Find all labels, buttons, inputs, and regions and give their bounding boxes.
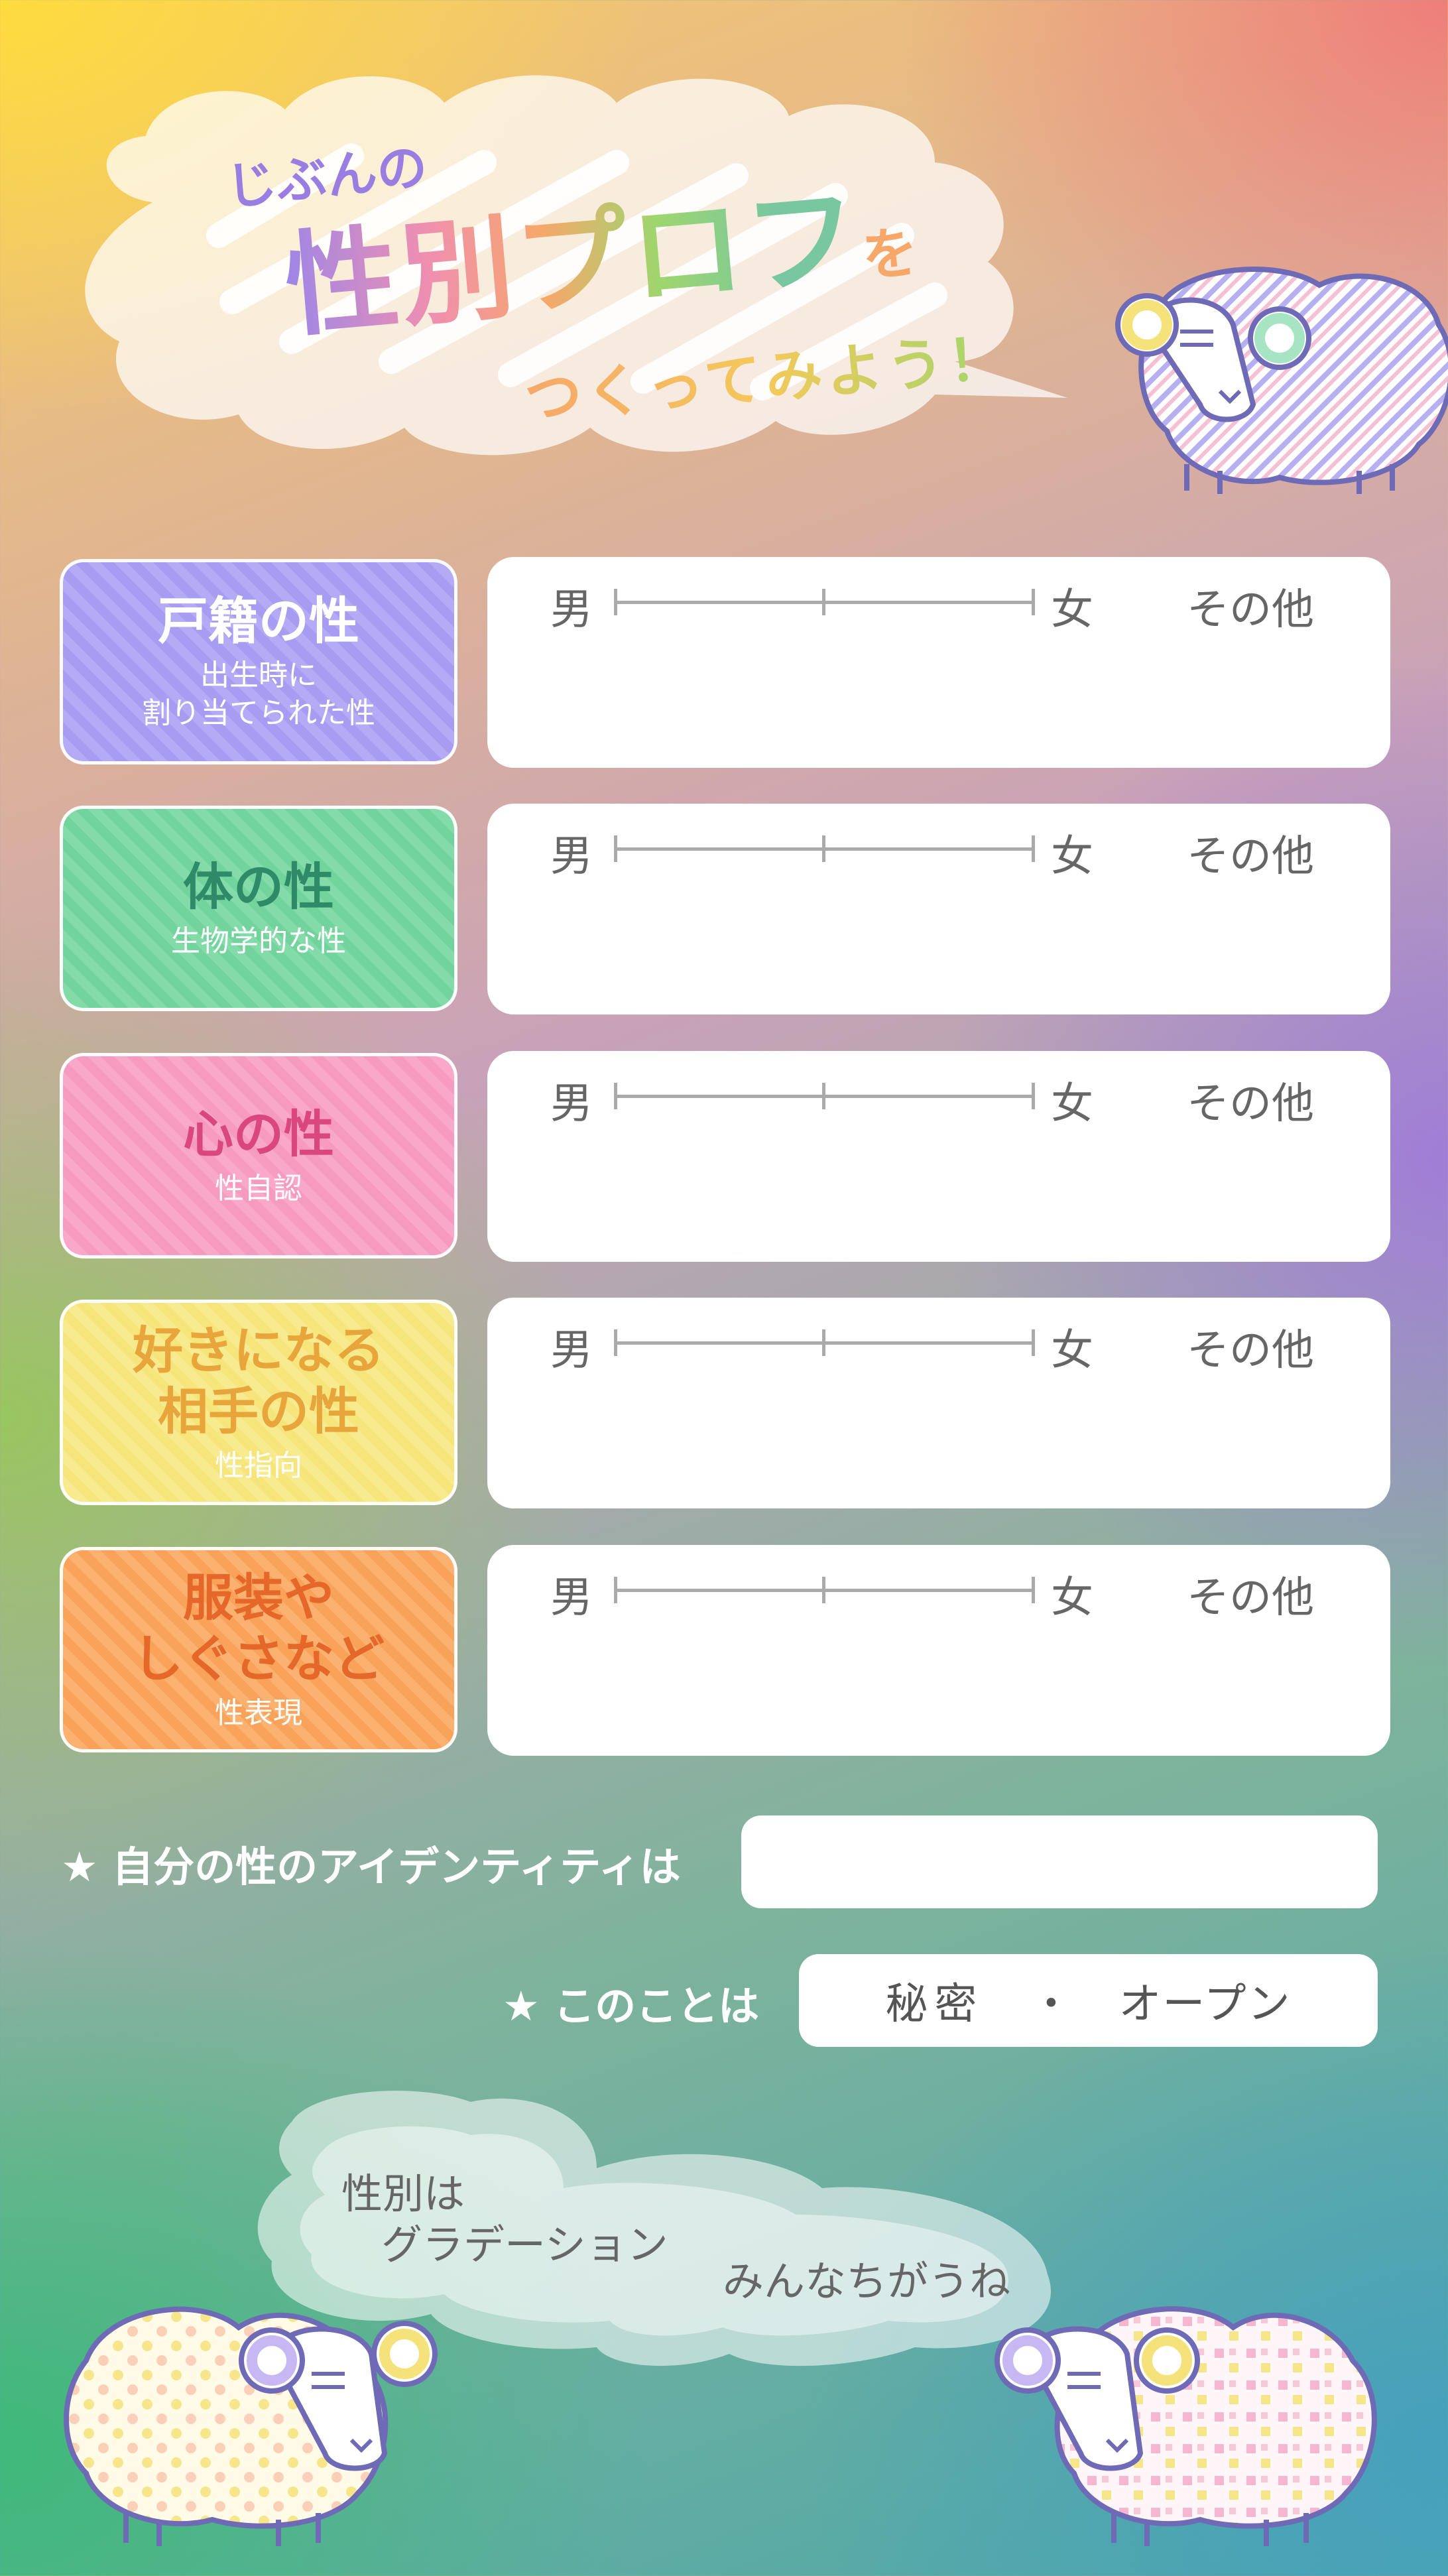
scale-female: 女 bbox=[1051, 832, 1093, 881]
scale-other: その他 bbox=[1187, 832, 1314, 881]
scale-male: 男 bbox=[550, 1326, 593, 1375]
gender-scale[interactable]: 男 女 その他 bbox=[550, 1070, 1346, 1129]
label-title: 好きになる 相手の性 bbox=[133, 1320, 385, 1441]
scale-male: 男 bbox=[550, 585, 593, 635]
scale-tick bbox=[822, 835, 825, 862]
scale-tick bbox=[614, 1577, 617, 1603]
identity-input[interactable] bbox=[741, 1815, 1378, 1908]
scale-tick bbox=[1032, 1577, 1035, 1603]
scale-female: 女 bbox=[1051, 1079, 1093, 1129]
scale-other: その他 bbox=[1187, 1573, 1314, 1623]
label-title: 戸籍の性 bbox=[158, 591, 359, 651]
label-title: 体の性 bbox=[183, 857, 334, 917]
scale-tick bbox=[614, 1083, 617, 1109]
identity-label: ★ 自分の性のアイデンティティは bbox=[61, 1843, 681, 1891]
label-subtitle: 出生時に 割り当てられた性 bbox=[142, 658, 375, 731]
scale-tick bbox=[822, 589, 825, 615]
label-subtitle: 性指向 bbox=[215, 1449, 302, 1483]
disclosure-options[interactable]: 秘密 ・ オープン bbox=[799, 1954, 1378, 2047]
scale-other: その他 bbox=[1187, 585, 1314, 635]
label-koseki: 戸籍の性 出生時に 割り当てられた性 bbox=[60, 559, 457, 765]
answer-box[interactable]: 男 女 その他 bbox=[487, 1051, 1390, 1262]
label-title: 服装や しぐさなど bbox=[133, 1567, 385, 1689]
scale-tick bbox=[1032, 1329, 1035, 1356]
scale-tick bbox=[822, 1577, 825, 1603]
answer-box[interactable]: 男 女 その他 bbox=[487, 1298, 1390, 1508]
label-title: 心の性 bbox=[183, 1105, 334, 1164]
scale-tick bbox=[614, 589, 617, 615]
bubble-line2: グラデーション bbox=[381, 2221, 668, 2269]
title-particle: を bbox=[859, 219, 921, 289]
scale-tick bbox=[1032, 589, 1035, 615]
label-mind: 心の性 性自認 bbox=[60, 1053, 457, 1258]
option-separator: ・ bbox=[1030, 1980, 1073, 2029]
gender-scale[interactable]: 男 女 その他 bbox=[550, 822, 1346, 881]
label-subtitle: 性自認 bbox=[215, 1171, 302, 1205]
option-open[interactable]: オープン bbox=[1118, 1970, 1291, 2031]
bubble-line3: みんなちがうね bbox=[723, 2257, 1011, 2305]
answer-box[interactable]: 男 女 その他 bbox=[487, 557, 1390, 768]
disclosure-label: ★ このことは bbox=[503, 1982, 760, 2030]
scale-tick bbox=[1032, 1083, 1035, 1109]
scale-tick bbox=[614, 1329, 617, 1356]
title-cloud: じぶんの 性別プロフを つくってみよう！ bbox=[73, 63, 1081, 474]
scale-female: 女 bbox=[1051, 1573, 1093, 1623]
scale-male: 男 bbox=[550, 832, 593, 881]
label-body: 体の性 生物学的な性 bbox=[60, 806, 457, 1011]
scale-female: 女 bbox=[1051, 1326, 1093, 1375]
scale-male: 男 bbox=[550, 1079, 593, 1129]
scale-tick bbox=[822, 1329, 825, 1356]
scale-male: 男 bbox=[550, 1573, 593, 1623]
scale-tick bbox=[614, 835, 617, 862]
gender-scale[interactable]: 男 女 その他 bbox=[550, 1316, 1346, 1375]
sheep-checkered-icon bbox=[995, 2306, 1377, 2546]
label-orientation: 好きになる 相手の性 性指向 bbox=[60, 1300, 457, 1505]
answer-box[interactable]: 男 女 その他 bbox=[487, 1545, 1390, 1756]
answer-box[interactable]: 男 女 その他 bbox=[487, 804, 1390, 1014]
scale-tick bbox=[822, 1083, 825, 1109]
sheep-dotted-icon bbox=[64, 2306, 438, 2546]
scale-other: その他 bbox=[1187, 1079, 1314, 1129]
label-subtitle: 性表現 bbox=[215, 1696, 302, 1731]
scale-female: 女 bbox=[1051, 585, 1093, 635]
option-secret[interactable]: 秘密 bbox=[885, 1970, 983, 2031]
scale-other: その他 bbox=[1187, 1326, 1314, 1375]
label-expression: 服装や しぐさなど 性表現 bbox=[60, 1547, 457, 1752]
label-subtitle: 生物学的な性 bbox=[171, 924, 346, 958]
sheep-striped-icon bbox=[1115, 267, 1448, 494]
gender-scale[interactable]: 男 女 その他 bbox=[550, 1564, 1346, 1623]
gender-scale[interactable]: 男 女 その他 bbox=[550, 576, 1346, 635]
scale-tick bbox=[1032, 835, 1035, 862]
